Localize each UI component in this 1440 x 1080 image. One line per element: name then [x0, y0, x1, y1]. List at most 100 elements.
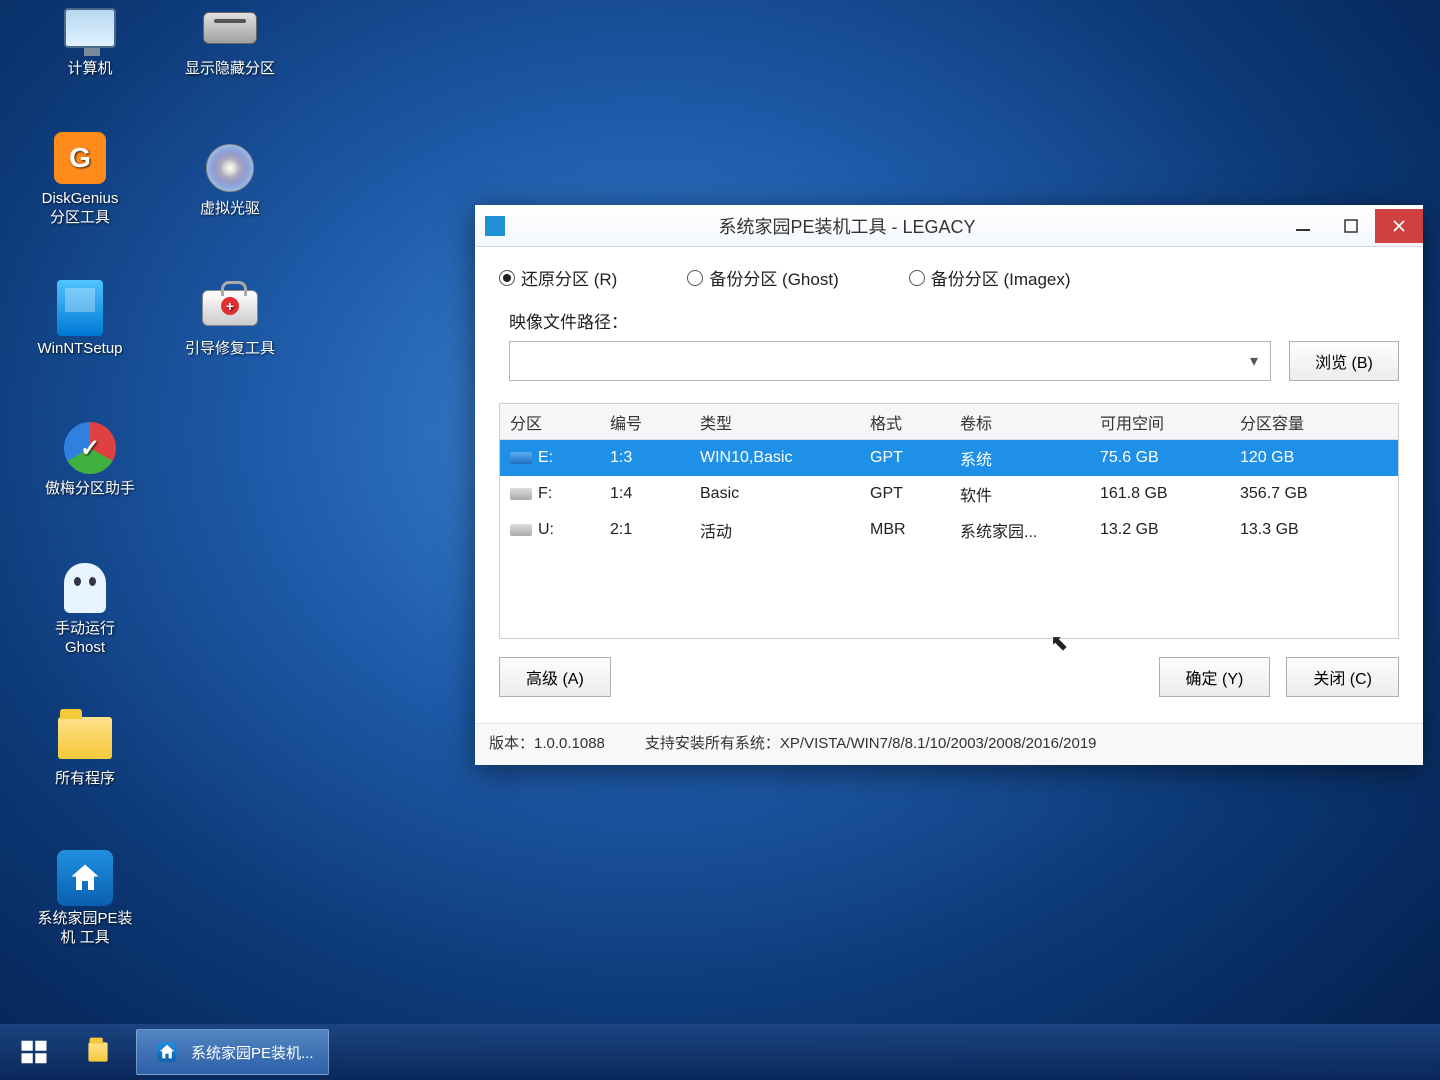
desktop-icon-virtual-cd[interactable]: 虚拟光驱: [170, 140, 290, 219]
col-partition: 分区: [500, 410, 600, 434]
col-volume: 卷标: [950, 410, 1090, 434]
cell-free: 13.2 GB: [1090, 521, 1230, 539]
image-path-label: 映像文件路径：: [509, 308, 628, 333]
windows-logo-icon: [19, 1037, 49, 1067]
radio-dot-icon: [687, 270, 703, 286]
ok-button[interactable]: 确定 (Y): [1159, 657, 1271, 697]
cell-fmt: MBR: [860, 521, 950, 539]
desktop-icon-label: 系统家园PE装 机 工具: [37, 910, 132, 948]
radio-backup-ghost[interactable]: 备份分区 (Ghost): [687, 265, 838, 290]
taskbar-item-pe-tool[interactable]: 系统家园PE装机...: [136, 1029, 329, 1075]
start-button[interactable]: [8, 1030, 60, 1074]
cell-vol: 软件: [950, 482, 1090, 506]
status-bar: 版本：1.0.0.1088 支持安装所有系统：XP/VISTA/WIN7/8/8…: [475, 723, 1423, 765]
cell-free: 161.8 GB: [1090, 485, 1230, 503]
taskbar-item-label: 系统家园PE装机...: [191, 1042, 314, 1063]
col-format: 格式: [860, 410, 950, 434]
window-title: 系统家园PE装机工具 - LEGACY: [515, 213, 1279, 239]
cell-type: WIN10,Basic: [690, 449, 860, 467]
hdd-icon: [510, 452, 532, 464]
app-icon: [485, 216, 505, 236]
pe-installer-window: 系统家园PE装机工具 - LEGACY 还原分区 (R) 备份分区 (Ghost…: [475, 205, 1423, 765]
desktop-icon-label: WinNTSetup: [37, 340, 122, 359]
desktop-icon-boot-repair[interactable]: 引导修复工具: [160, 280, 300, 359]
cell-fmt: GPT: [860, 485, 950, 503]
drive-icon: [202, 0, 258, 56]
col-free: 可用空间: [1090, 410, 1230, 434]
winntsetup-icon: [52, 280, 108, 336]
table-body: E:1:3WIN10,BasicGPT系统75.6 GB120 GB F: 1:4B…: [500, 440, 1398, 548]
disc-icon: [202, 140, 258, 196]
desktop-icon-show-hidden[interactable]: 显示隐藏分区: [170, 0, 290, 79]
cell-vol: 系统: [950, 446, 1090, 470]
desktop-icon-diskgenius[interactable]: G DiskGenius 分区工具: [20, 130, 140, 228]
ghost-icon: [57, 560, 113, 616]
desktop-icon-all-programs[interactable]: 所有程序: [25, 710, 145, 789]
cell-total: 13.3 GB: [1230, 521, 1370, 539]
pe-tool-icon: [57, 850, 113, 906]
close-button[interactable]: [1375, 209, 1423, 243]
maximize-button[interactable]: [1327, 209, 1375, 243]
col-total: 分区容量: [1230, 410, 1370, 434]
cell-num: 1:4: [600, 485, 690, 503]
cell-vol: 系统家园...: [950, 518, 1090, 542]
image-path-controls: ▾ 浏览 (B): [499, 341, 1399, 381]
minimize-button[interactable]: [1279, 209, 1327, 243]
chevron-down-icon: ▾: [1238, 351, 1270, 371]
taskbar: 系统家园PE装机...: [0, 1024, 1440, 1080]
mode-radios: 还原分区 (R) 备份分区 (Ghost) 备份分区 (Imagex): [499, 265, 1399, 290]
radio-backup-imagex[interactable]: 备份分区 (Imagex): [909, 265, 1071, 290]
cell-num: 1:3: [600, 449, 690, 467]
col-type: 类型: [690, 410, 860, 434]
radio-label: 还原分区 (R): [521, 265, 617, 290]
desktop-icon-label: 计算机: [67, 60, 112, 79]
computer-icon: [62, 0, 118, 56]
hdd-icon: [510, 524, 532, 536]
folder-icon: [57, 710, 113, 766]
titlebar[interactable]: 系统家园PE装机工具 - LEGACY: [475, 205, 1423, 247]
radio-restore[interactable]: 还原分区 (R): [499, 265, 617, 290]
desktop-icon-winntsetup[interactable]: WinNTSetup: [20, 280, 140, 359]
desktop-icon-computer[interactable]: 计算机: [30, 0, 150, 79]
browse-button[interactable]: 浏览 (B): [1289, 341, 1399, 381]
radio-label: 备份分区 (Imagex): [931, 265, 1071, 290]
col-number: 编号: [600, 410, 690, 434]
cell-drive: F:: [538, 485, 552, 503]
cell-fmt: GPT: [860, 449, 950, 467]
diskgenius-icon: G: [52, 130, 108, 186]
image-path-combo[interactable]: ▾: [509, 341, 1271, 381]
footer-buttons: 高级 (A) 确定 (Y) 关闭 (C): [499, 657, 1399, 697]
desktop-icon-label: DiskGenius 分区工具: [42, 190, 119, 228]
toolbox-icon: [202, 280, 258, 336]
desktop-icon-ghost[interactable]: 手动运行 Ghost: [25, 560, 145, 658]
image-path-row: 映像文件路径：: [499, 308, 1399, 333]
partition-table: 分区 编号 类型 格式 卷标 可用空间 分区容量 E:1:3WIN10,Basi…: [499, 403, 1399, 639]
radio-dot-icon: [909, 270, 925, 286]
advanced-button[interactable]: 高级 (A): [499, 657, 611, 697]
table-row[interactable]: F: 1:4BasicGPT软件161.8 GB356.7 GB: [500, 476, 1398, 512]
pe-tool-icon: [157, 1042, 176, 1061]
desktop-icon-label: 显示隐藏分区: [185, 60, 275, 79]
taskbar-item-explorer[interactable]: [68, 1029, 128, 1075]
radio-dot-icon: [499, 270, 515, 286]
aomei-icon: [62, 420, 118, 476]
table-empty-space: [500, 548, 1398, 638]
hdd-icon: [510, 488, 532, 500]
desktop-icon-label: 手动运行 Ghost: [55, 620, 115, 658]
desktop-icon-label: 傲梅分区助手: [45, 480, 135, 499]
table-row[interactable]: E:1:3WIN10,BasicGPT系统75.6 GB120 GB: [500, 440, 1398, 476]
cell-total: 120 GB: [1230, 449, 1370, 467]
radio-label: 备份分区 (Ghost): [709, 265, 838, 290]
desktop-icon-label: 虚拟光驱: [200, 200, 260, 219]
cell-type: 活动: [690, 518, 860, 542]
desktop-icon-pe-tool[interactable]: 系统家园PE装 机 工具: [15, 850, 155, 948]
cell-total: 356.7 GB: [1230, 485, 1370, 503]
support-text: 支持安装所有系统：XP/VISTA/WIN7/8/8.1/10/2003/200…: [645, 732, 1409, 753]
desktop-icon-aomei[interactable]: 傲梅分区助手: [20, 420, 160, 499]
cell-drive: U:: [538, 521, 554, 539]
cell-type: Basic: [690, 485, 860, 503]
desktop-icon-label: 引导修复工具: [185, 340, 275, 359]
table-row[interactable]: U: 2:1活动MBR系统家园...13.2 GB13.3 GB: [500, 512, 1398, 548]
cell-num: 2:1: [600, 521, 690, 539]
close-dialog-button[interactable]: 关闭 (C): [1286, 657, 1399, 697]
